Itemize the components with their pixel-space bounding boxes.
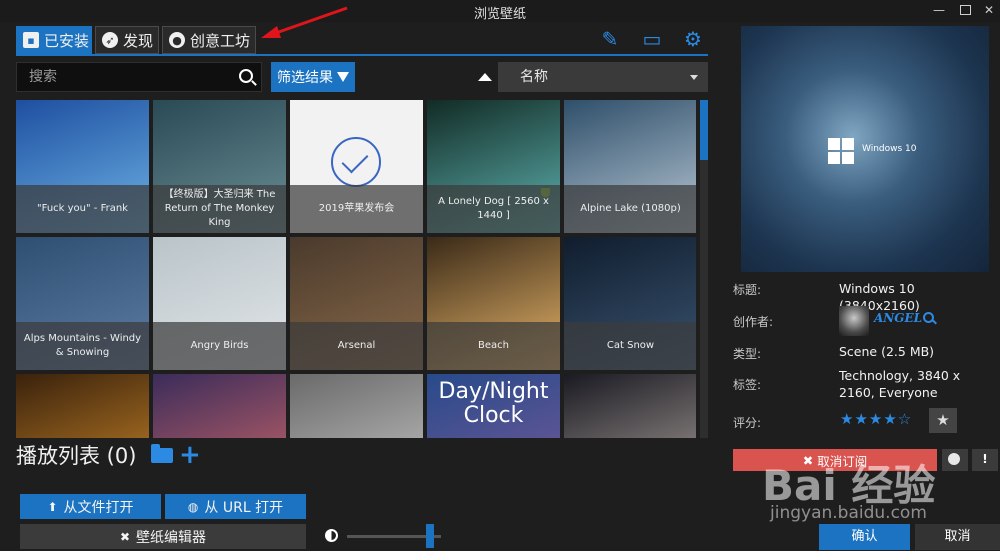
wallpaper-preview: Windows 10 — [741, 26, 989, 272]
rating-stars: ★★★★☆ — [840, 410, 913, 428]
preview-text: Windows 10 — [862, 144, 917, 154]
tab-installed-label: 已安装 — [44, 31, 90, 50]
wallpaper-tile[interactable]: Beach — [427, 237, 560, 370]
sort-direction-icon[interactable] — [478, 73, 492, 81]
monitor-icon[interactable]: ▭ — [640, 28, 664, 50]
tags-value: Technology, 3840 x 2160, Everyone — [839, 368, 961, 400]
filter-button[interactable]: 筛选结果 — [271, 62, 355, 92]
maximize-button[interactable] — [956, 2, 974, 18]
contrast-icon — [325, 529, 338, 542]
save-icon: ▪ — [23, 32, 39, 48]
steam-icon: ● — [169, 32, 185, 48]
wallpaper-grid: "Fuck you" - Frank 【终极版】大圣归来 The Return o… — [16, 100, 696, 438]
chevron-down-icon — [690, 75, 698, 80]
open-file-label: 从文件打开 — [63, 499, 134, 516]
cancel-button[interactable]: 取消 — [915, 524, 1000, 550]
wallpaper-thumbnail-text: Day/Night Clock — [438, 379, 549, 428]
minimize-button[interactable]: — — [930, 2, 948, 18]
tab-installed[interactable]: ▪ 已安装 — [16, 26, 92, 54]
wallpaper-tile[interactable]: Angry Birds — [153, 237, 286, 370]
plus-icon[interactable]: + — [179, 442, 201, 468]
rate-star-button[interactable]: ★ — [929, 408, 957, 433]
wallpaper-title: 2019苹果发布会 — [290, 185, 423, 233]
rating-label: 评分: — [733, 416, 762, 430]
playlist-title: 播放列表 (0) — [16, 444, 137, 468]
gear-icon[interactable]: ⚙ — [681, 28, 705, 50]
close-button[interactable]: ✕ — [980, 2, 998, 18]
search-box — [16, 62, 262, 92]
wallpaper-title: Beach — [427, 322, 560, 370]
upload-icon: ⬆ — [47, 499, 58, 514]
wallpaper-tile[interactable]: A Lonely Dog [ 2560 x 1440 ] — [427, 100, 560, 233]
search-icon[interactable] — [239, 69, 253, 83]
brush-icon[interactable]: ✎ — [598, 28, 622, 50]
wallpaper-tile[interactable]: Alpine Lake (1080p) — [564, 100, 696, 233]
wallpaper-title: Alpine Lake (1080p) — [564, 185, 696, 233]
wallpaper-tile[interactable] — [16, 374, 149, 438]
wallpaper-editor-label: 壁纸编辑器 — [136, 529, 207, 546]
brightness-slider[interactable] — [325, 524, 445, 548]
tab-underline — [16, 54, 708, 56]
tab-discover[interactable]: ➶ 发现 — [95, 26, 159, 54]
wallpaper-tile[interactable] — [290, 374, 423, 438]
wallpaper-title: A Lonely Dog [ 2560 x 1440 ] — [427, 185, 560, 233]
ok-button[interactable]: 确认 — [819, 524, 910, 550]
compass-icon: ➶ — [102, 32, 118, 48]
wallpaper-tile[interactable]: "Fuck you" - Frank — [16, 100, 149, 233]
grid-scrollbar[interactable] — [700, 100, 708, 438]
title-label: 标题: — [733, 283, 762, 297]
sort-selected: 名称 — [520, 69, 548, 85]
tab-discover-label: 发现 — [123, 31, 154, 50]
scrollbar-thumb[interactable] — [700, 100, 708, 160]
watermark-url: jingyan.baidu.com — [770, 503, 927, 523]
checkmark-icon — [331, 137, 381, 187]
wallpaper-tile[interactable]: Alps Mountains - Windy & Snowing — [16, 237, 149, 370]
windows-logo-icon — [828, 138, 854, 164]
wallpaper-editor-button[interactable]: ✖ 壁纸编辑器 — [20, 524, 306, 549]
author-search-icon[interactable] — [923, 312, 934, 323]
steam-button[interactable] — [942, 449, 968, 471]
wallpaper-tile[interactable]: Cat Snow — [564, 237, 696, 370]
author-label: 创作者: — [733, 315, 774, 329]
annotation-arrow — [261, 6, 348, 38]
title-bar: 浏览壁纸 — ✕ — [0, 0, 1000, 22]
folder-open-icon[interactable] — [151, 444, 173, 463]
wallpaper-tile[interactable] — [153, 374, 286, 438]
search-input[interactable] — [17, 63, 227, 91]
funnel-icon — [337, 72, 349, 82]
open-file-button[interactable]: ⬆ 从文件打开 — [20, 494, 161, 519]
type-value: Scene (2.5 MB) — [839, 344, 935, 359]
sort-select[interactable]: 名称 — [498, 62, 708, 92]
avatar[interactable] — [839, 306, 869, 336]
open-url-label: 从 URL 打开 — [204, 499, 284, 516]
tab-workshop[interactable]: ● 创意工坊 — [162, 26, 256, 54]
wallpaper-tile[interactable] — [564, 374, 696, 438]
slider-handle[interactable] — [425, 524, 434, 548]
wallpaper-title: Angry Birds — [153, 322, 286, 370]
wallpaper-title: 【终极版】大圣归来 The Return of The Monkey King — [153, 185, 286, 233]
wallpaper-title: "Fuck you" - Frank — [16, 185, 149, 233]
tags-label: 标签: — [733, 378, 762, 392]
wallpaper-title: Arsenal — [290, 322, 423, 370]
tools-icon: ✖ — [119, 529, 131, 544]
filter-label: 筛选结果 — [277, 70, 333, 86]
window-title: 浏览壁纸 — [473, 7, 526, 22]
open-url-button[interactable]: ◍ 从 URL 打开 — [165, 494, 306, 519]
wallpaper-tile[interactable]: 2019苹果发布会 — [290, 100, 423, 233]
report-warning-button[interactable] — [972, 449, 998, 471]
type-label: 类型: — [733, 347, 762, 361]
tab-workshop-label: 创意工坊 — [190, 31, 251, 50]
globe-icon: ◍ — [187, 499, 199, 514]
wallpaper-tile[interactable]: Day/Night Clock — [427, 374, 560, 438]
wallpaper-title: Alps Mountains - Windy & Snowing — [16, 322, 149, 370]
wallpaper-title: Cat Snow — [564, 322, 696, 370]
wallpaper-tile[interactable]: Arsenal — [290, 237, 423, 370]
author-name[interactable]: ANGEL — [874, 311, 922, 325]
wallpaper-tile[interactable]: 【终极版】大圣归来 The Return of The Monkey King — [153, 100, 286, 233]
